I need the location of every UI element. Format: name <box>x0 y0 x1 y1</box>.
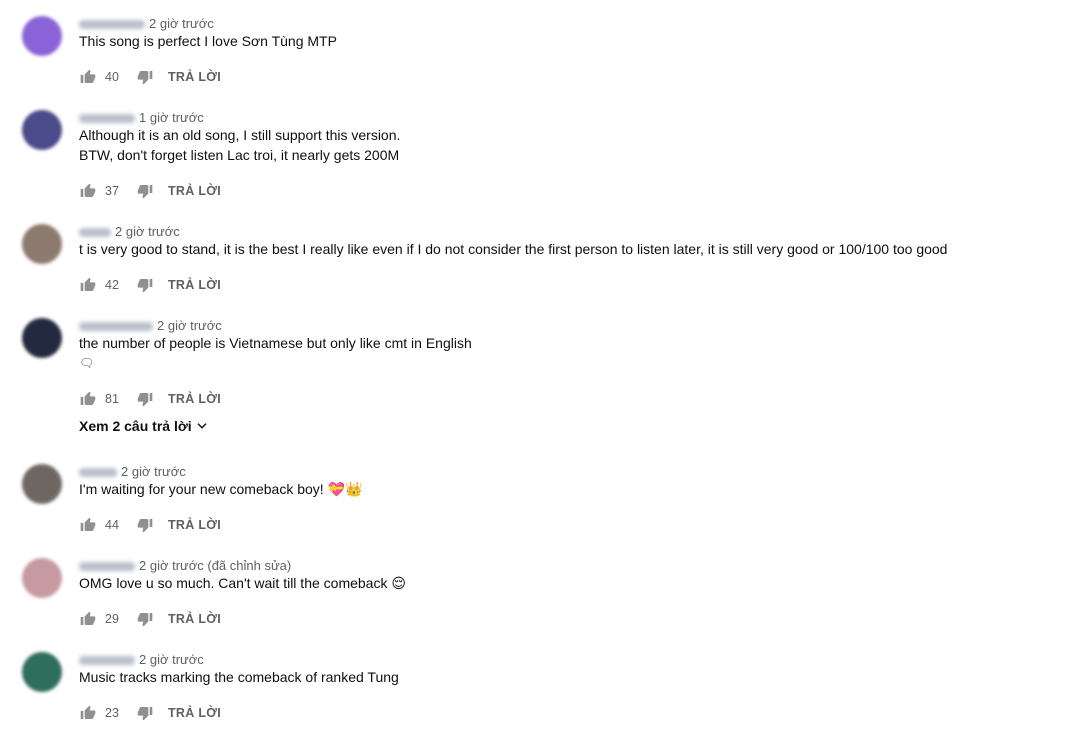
like-button[interactable] <box>79 516 97 534</box>
avatar[interactable] <box>22 16 62 56</box>
comment-line: This song is perfect I love Sơn Tùng MTP <box>79 33 337 49</box>
thumbs-down-icon <box>137 707 153 721</box>
comment-toolbar: 40 TRẢ LỜI <box>79 67 221 87</box>
comment-line: Although it is an old song, I still supp… <box>79 127 401 143</box>
comment-line: t is very good to stand, it is the best … <box>79 241 948 257</box>
comment-text: Although it is an old song, I still supp… <box>79 125 400 165</box>
reply-button[interactable]: TRẢ LỜI <box>168 612 221 626</box>
dislike-button[interactable] <box>136 516 154 534</box>
comment-line: BTW, don't forget listen Lac troi, it ne… <box>79 147 400 163</box>
author-name-blurred[interactable] <box>79 468 117 478</box>
reply-button[interactable]: TRẢ LỜI <box>168 392 221 406</box>
reply-button[interactable]: TRẢ LỜI <box>168 278 221 292</box>
thumbs-down-icon <box>137 279 153 293</box>
dislike-button[interactable] <box>136 276 154 294</box>
avatar[interactable] <box>22 464 62 504</box>
like-count: 29 <box>105 612 119 626</box>
comment-meta: 1 giờ trước <box>79 110 204 126</box>
comment-meta: 2 giờ trước <box>79 464 186 480</box>
like-count: 44 <box>105 518 119 532</box>
like-count: 42 <box>105 278 119 292</box>
comment-meta: 2 giờ trước <box>79 652 204 668</box>
comment-meta: 2 giờ trước (đã chỉnh sửa) <box>79 558 291 574</box>
author-name-blurred[interactable] <box>79 228 111 238</box>
thumbs-up-icon <box>80 277 96 291</box>
comment-time[interactable]: 2 giờ trước <box>139 652 204 667</box>
thumbs-up-icon <box>80 183 96 197</box>
thumbs-down-icon <box>137 71 153 85</box>
comment-line: 🗨 <box>79 356 95 370</box>
avatar[interactable] <box>22 318 62 358</box>
reply-button[interactable]: TRẢ LỜI <box>168 518 221 532</box>
like-button[interactable] <box>79 704 97 722</box>
dislike-button[interactable] <box>136 390 154 408</box>
comment-toolbar: 23 TRẢ LỜI <box>79 703 221 723</box>
comment-line: I'm waiting for your new comeback boy! 💝… <box>79 481 363 497</box>
comment-meta: 2 giờ trước <box>79 16 214 32</box>
reply-button[interactable]: TRẢ LỜI <box>168 706 221 720</box>
comment-text: t is very good to stand, it is the best … <box>79 239 947 259</box>
thumbs-down-icon <box>137 613 153 627</box>
view-replies-label: Xem 2 câu trả lời <box>79 418 192 434</box>
dislike-button[interactable] <box>136 182 154 200</box>
comment-toolbar: 29 TRẢ LỜI <box>79 609 221 629</box>
like-button[interactable] <box>79 390 97 408</box>
comment-text: the number of people is Vietnamese but o… <box>79 333 472 373</box>
avatar[interactable] <box>22 558 62 598</box>
comment-toolbar: 37 TRẢ LỜI <box>79 181 221 201</box>
view-replies-button[interactable]: Xem 2 câu trả lời <box>79 418 209 434</box>
thumbs-up-icon <box>80 391 96 405</box>
like-count: 81 <box>105 392 119 406</box>
like-button[interactable] <box>79 182 97 200</box>
comment-text: I'm waiting for your new comeback boy! 💝… <box>79 479 362 499</box>
like-button[interactable] <box>79 610 97 628</box>
avatar[interactable] <box>22 110 62 150</box>
dislike-button[interactable] <box>136 610 154 628</box>
dislike-button[interactable] <box>136 704 154 722</box>
comment-time[interactable]: 2 giờ trước <box>157 318 222 333</box>
avatar[interactable] <box>22 652 62 692</box>
comment-line: the number of people is Vietnamese but o… <box>79 335 472 351</box>
comment-time[interactable]: 2 giờ trước <box>121 464 186 479</box>
comment-toolbar: 81 TRẢ LỜI <box>79 389 221 409</box>
thumbs-down-icon <box>137 393 153 407</box>
thumbs-up-icon <box>80 705 96 719</box>
comment-toolbar: 44 TRẢ LỜI <box>79 515 221 535</box>
thumbs-up-icon <box>80 611 96 625</box>
like-button[interactable] <box>79 68 97 86</box>
thumbs-up-icon <box>80 517 96 531</box>
comment-line: Music tracks marking the comeback of ran… <box>79 669 399 685</box>
like-button[interactable] <box>79 276 97 294</box>
comment-time[interactable]: 2 giờ trước <box>115 224 180 239</box>
reply-button[interactable]: TRẢ LỜI <box>168 184 221 198</box>
like-count: 37 <box>105 184 119 198</box>
comment-meta: 2 giờ trước <box>79 318 222 334</box>
like-count: 23 <box>105 706 119 720</box>
comment-time[interactable]: 1 giờ trước <box>139 110 204 125</box>
dislike-button[interactable] <box>136 68 154 86</box>
author-name-blurred[interactable] <box>79 656 135 666</box>
chevron-down-icon <box>197 423 207 429</box>
comment-toolbar: 42 TRẢ LỜI <box>79 275 221 295</box>
avatar[interactable] <box>22 224 62 264</box>
comment-text: This song is perfect I love Sơn Tùng MTP <box>79 31 337 51</box>
author-name-blurred[interactable] <box>79 562 135 572</box>
comment-text: Music tracks marking the comeback of ran… <box>79 667 399 687</box>
comment-line: OMG love u so much. Can't wait till the … <box>79 575 406 591</box>
comment-time[interactable]: 2 giờ trước (đã chỉnh sửa) <box>139 558 291 573</box>
author-name-blurred[interactable] <box>79 322 153 332</box>
like-count: 40 <box>105 70 119 84</box>
comment-text: OMG love u so much. Can't wait till the … <box>79 573 406 593</box>
reply-button[interactable]: TRẢ LỜI <box>168 70 221 84</box>
thumbs-down-icon <box>137 185 153 199</box>
author-name-blurred[interactable] <box>79 114 135 124</box>
comment-meta: 2 giờ trước <box>79 224 180 240</box>
author-name-blurred[interactable] <box>79 20 145 30</box>
comment-time[interactable]: 2 giờ trước <box>149 16 214 31</box>
thumbs-up-icon <box>80 69 96 83</box>
thumbs-down-icon <box>137 519 153 533</box>
